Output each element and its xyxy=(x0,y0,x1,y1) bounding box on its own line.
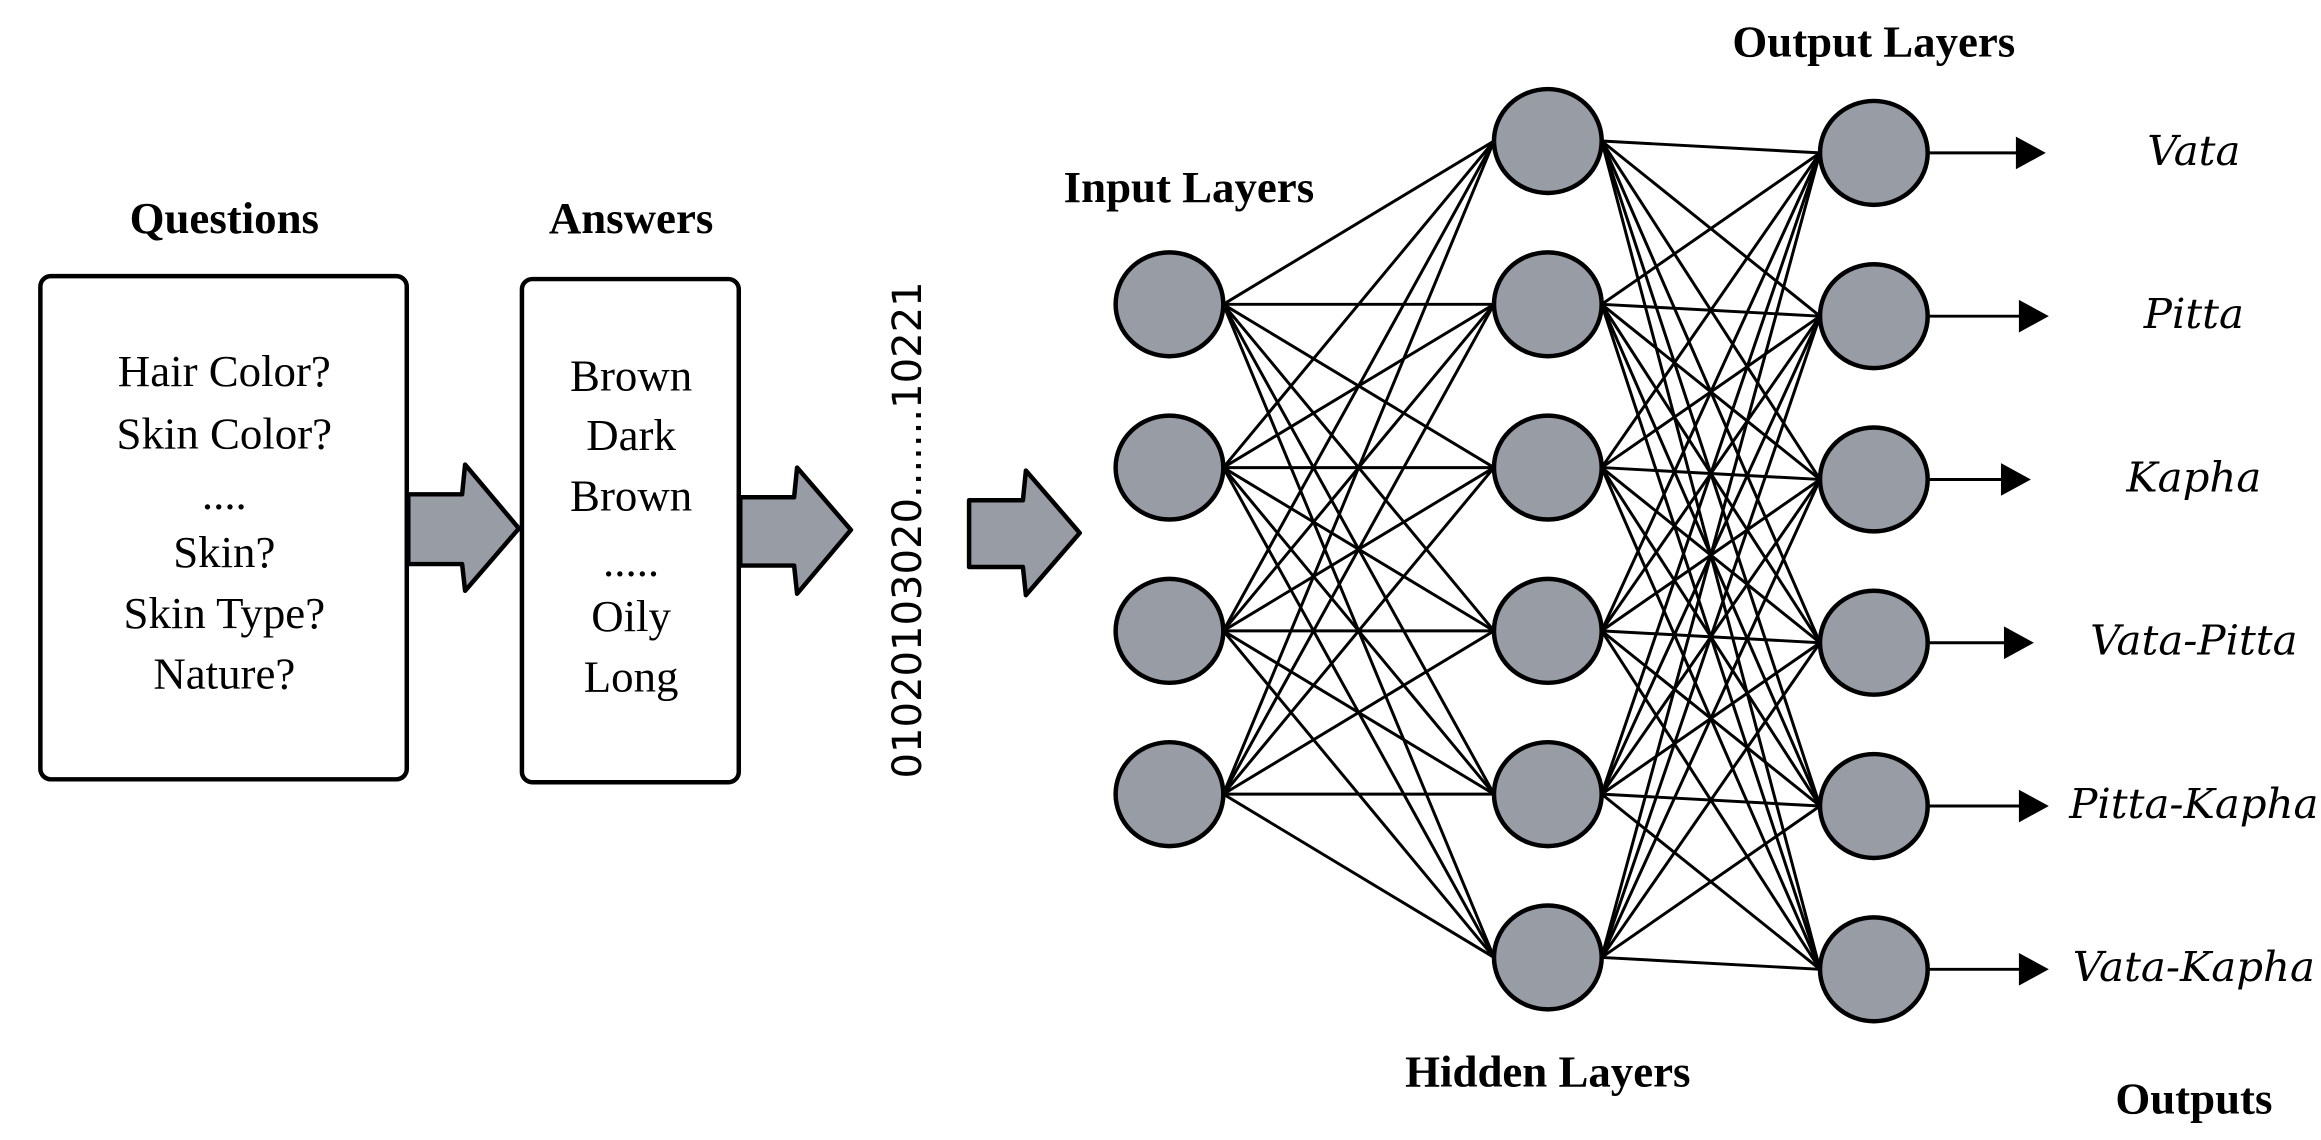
input-node xyxy=(1113,413,1226,522)
output-label: Pitta xyxy=(2143,289,2244,338)
outputs-title: Outputs xyxy=(2115,1073,2272,1123)
output-label: Kapha xyxy=(2125,452,2261,501)
output-node xyxy=(1817,261,1930,371)
block-arrow-icon xyxy=(966,468,1082,598)
input-node xyxy=(1113,576,1226,686)
hidden-node xyxy=(1491,250,1604,359)
connection-line xyxy=(1600,152,1822,958)
answer-item: Brown xyxy=(570,471,692,521)
output-node xyxy=(1817,98,1930,208)
arrowhead-icon xyxy=(2015,136,2046,170)
hidden-node xyxy=(1491,413,1604,522)
connection-line xyxy=(1221,140,1496,632)
hidden-node xyxy=(1491,576,1604,686)
connection-line xyxy=(1600,152,1822,469)
answer-item: Dark xyxy=(586,410,676,460)
hidden-node xyxy=(1491,903,1604,1012)
output-label: Vata-Pitta xyxy=(2090,616,2297,665)
connection-line xyxy=(1600,804,1821,959)
answer-item: Brown xyxy=(570,351,692,401)
answer-item: ..... xyxy=(603,536,659,586)
block-arrow-icon xyxy=(738,465,854,596)
arrowhead-icon xyxy=(2018,789,2049,823)
arrowhead-icon xyxy=(2003,626,2034,660)
question-item: .... xyxy=(202,469,247,519)
connection-line xyxy=(1601,139,1821,155)
output-label: Vata-Kapha xyxy=(2073,942,2315,991)
arrowhead-icon xyxy=(2000,463,2031,496)
question-item: Hair Color? xyxy=(118,346,331,396)
neural-network-diagram: Questions Hair Color? Skin Color?.... Skin… xyxy=(38,17,2319,1123)
connection-line xyxy=(1600,641,1822,959)
arrowhead-icon xyxy=(2018,952,2049,986)
input-layers-label: Input Layers xyxy=(1064,162,1314,212)
input-node xyxy=(1113,250,1226,359)
question-item: Skin Color? xyxy=(117,408,333,458)
connection-line xyxy=(1600,152,1822,795)
encoded-vector: 01020103020.......10221 xyxy=(885,281,931,778)
question-item: Skin? xyxy=(173,527,275,577)
arrowhead-icon xyxy=(2018,299,2049,333)
answer-item: Long xyxy=(584,652,679,702)
question-item: Nature? xyxy=(153,649,295,699)
question-item: Skin Type? xyxy=(124,588,326,638)
hidden-node xyxy=(1491,86,1604,196)
hidden-node xyxy=(1491,739,1604,849)
connection-line xyxy=(1222,792,1495,959)
output-node xyxy=(1817,425,1930,534)
output-node xyxy=(1817,915,1930,1024)
input-node xyxy=(1113,739,1226,849)
block-arrow-icon xyxy=(406,462,522,594)
output-node xyxy=(1817,751,1930,861)
hidden-layers-label: Hidden Layers xyxy=(1405,1047,1690,1097)
output-node xyxy=(1817,588,1930,697)
output-label: Vata xyxy=(2147,126,2240,175)
connection-line xyxy=(1600,315,1822,958)
output-label: Pitta-Kapha xyxy=(2068,779,2318,828)
questions-title: Questions xyxy=(130,193,319,243)
connection-line xyxy=(1601,955,1821,971)
output-layers-label: Output Layers xyxy=(1732,17,2015,67)
answer-item: Oily xyxy=(591,591,671,641)
connection-line xyxy=(1600,151,1821,306)
answers-title: Answers xyxy=(549,193,713,243)
